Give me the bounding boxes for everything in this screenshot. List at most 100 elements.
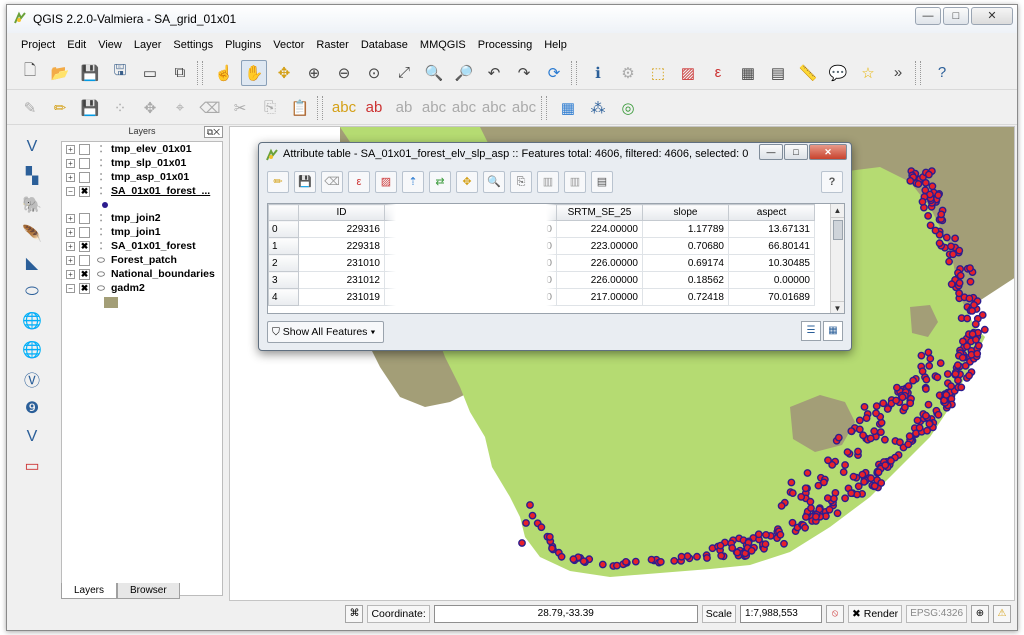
add-vector-layer-icon[interactable]: V	[18, 134, 46, 159]
cell-ycoord[interactable]: 00	[470, 254, 557, 272]
field-calculator-icon[interactable]: ▤	[591, 171, 613, 193]
expand-icon[interactable]: +	[66, 269, 75, 279]
layer-checkbox[interactable]	[79, 171, 90, 183]
scroll-up-icon[interactable]: ▲	[831, 204, 844, 218]
cell-aspect[interactable]: 13.67131	[728, 220, 815, 238]
menu-settings[interactable]: Settings	[167, 39, 219, 51]
cell-id[interactable]: 231010	[298, 254, 385, 272]
new-project-icon[interactable]: 🗋	[17, 60, 43, 86]
table-view-icon[interactable]: ▦	[823, 321, 843, 341]
cell-slope[interactable]: 0.72418	[642, 288, 729, 306]
new-bookmark-icon[interactable]: ☆	[855, 60, 881, 86]
cell-ycoord[interactable]: 00	[470, 288, 557, 306]
menu-project[interactable]: Project	[15, 39, 61, 51]
render-checkbox[interactable]: ✖ Render	[848, 605, 903, 623]
layer-checkbox[interactable]: ✖	[79, 240, 90, 252]
layer-row-tmp-join2[interactable]: + ⁚ tmp_join2	[62, 211, 222, 225]
new-column-icon[interactable]: ▥	[564, 171, 586, 193]
unselect-all-icon[interactable]: ▨	[375, 171, 397, 193]
cell-aspect[interactable]: 70.01689	[728, 288, 815, 306]
layer-checkbox[interactable]	[79, 143, 90, 155]
table-row[interactable]: 3 231012 00 226.00000 0.18562 0.00000	[268, 271, 815, 289]
scroll-thumb[interactable]	[833, 220, 843, 240]
menu-edit[interactable]: Edit	[61, 39, 92, 51]
label-change-icon[interactable]: abc	[511, 95, 537, 121]
zoom-in-icon[interactable]: ⊕	[301, 60, 327, 86]
layer-checkbox[interactable]	[79, 157, 90, 169]
cell-xcoord[interactable]	[384, 237, 471, 255]
add-delimited-text-layer-icon[interactable]: ❾	[18, 395, 46, 420]
open-attribute-table-icon[interactable]: ▦	[735, 60, 761, 86]
cell-ycoord[interactable]: 00	[470, 271, 557, 289]
layer-row-national-boundaries[interactable]: + ✖ ⬭ National_boundaries	[62, 267, 222, 281]
minimize-button[interactable]: —	[915, 7, 941, 25]
menu-mmqgis[interactable]: MMQGIS	[414, 39, 472, 51]
label-highlight-icon[interactable]: ab	[391, 95, 417, 121]
field-calculator-icon[interactable]: ▤	[765, 60, 791, 86]
cell-srtm[interactable]: 217.00000	[556, 288, 643, 306]
copy-features-icon[interactable]: ⎘	[257, 95, 283, 121]
move-feature-icon[interactable]: ✥	[137, 95, 163, 121]
row-header[interactable]: 4	[268, 288, 299, 306]
cell-xcoord[interactable]	[384, 271, 471, 289]
expand-icon[interactable]: +	[66, 172, 75, 182]
coordinate-field[interactable]: 28.79,-33.39	[433, 605, 698, 623]
cell-id[interactable]: 229316	[298, 220, 385, 238]
delete-selected-icon[interactable]: ⌫	[197, 95, 223, 121]
add-wcs-layer-icon[interactable]: 🌐	[18, 337, 46, 362]
identify-features-icon[interactable]: ℹ	[585, 60, 611, 86]
expand-icon[interactable]: +	[66, 227, 75, 237]
new-print-composer-icon[interactable]: ▭	[137, 60, 163, 86]
layer-row-tmp-asp[interactable]: + ⁚ tmp_asp_01x01	[62, 170, 222, 184]
add-raster-layer-icon[interactable]: ▚	[18, 163, 46, 188]
menu-processing[interactable]: Processing	[472, 39, 538, 51]
deselect-all-icon[interactable]: ▨	[675, 60, 701, 86]
menu-database[interactable]: Database	[355, 39, 414, 51]
current-edits-icon[interactable]: ✎	[17, 95, 43, 121]
collapse-icon[interactable]: −	[66, 186, 75, 196]
cell-ycoord[interactable]: 00	[470, 237, 557, 255]
zoom-out-icon[interactable]: ⊖	[331, 60, 357, 86]
layer-labeling-icon[interactable]: abc	[331, 95, 357, 121]
copy-selected-rows-icon[interactable]: ⎘	[510, 171, 532, 193]
form-view-icon[interactable]: ☰	[801, 321, 821, 341]
crs-globe-icon[interactable]: ⊕	[971, 605, 989, 623]
remove-layer-icon[interactable]: ▭	[18, 453, 46, 478]
layer-row-sa-forest[interactable]: + ✖ ⁚ SA_01x01_forest	[62, 239, 222, 253]
layer-checkbox[interactable]: ✖	[79, 268, 90, 280]
column-header-id[interactable]: ID	[298, 204, 385, 221]
menu-view[interactable]: View	[92, 39, 128, 51]
column-header-aspect[interactable]: aspect	[728, 204, 815, 221]
show-all-features-button[interactable]: ⛉ Show All Features ▾	[267, 321, 385, 343]
expand-icon[interactable]: +	[66, 241, 75, 251]
plugin-globe-icon[interactable]: ◎	[615, 95, 641, 121]
tab-browser[interactable]: Browser	[117, 583, 180, 599]
row-header[interactable]: 0	[268, 220, 299, 238]
add-oracle-layer-icon[interactable]: ⬭	[18, 279, 46, 304]
table-row[interactable]: 0 229316 00 224.00000 1.17789 13.67131	[268, 220, 815, 238]
add-wms-layer-icon[interactable]: 🌐	[18, 308, 46, 333]
toggle-editing-icon[interactable]: ✏	[47, 95, 73, 121]
table-row[interactable]: 2 231010 00 226.00000 0.69174 10.30485	[268, 254, 815, 272]
add-mssql-layer-icon[interactable]: ◣	[18, 250, 46, 275]
menu-layer[interactable]: Layer	[128, 39, 168, 51]
row-header[interactable]: 1	[268, 237, 299, 255]
map-tips-icon[interactable]: 💬	[825, 60, 851, 86]
expand-icon[interactable]: +	[66, 213, 75, 223]
cell-id[interactable]: 229318	[298, 237, 385, 255]
panel-float-close-icon[interactable]: ⧉✕	[203, 126, 223, 138]
expand-icon[interactable]: +	[66, 144, 75, 154]
cell-id[interactable]: 231019	[298, 288, 385, 306]
save-project-icon[interactable]: 💾	[77, 60, 103, 86]
label-show-hide-icon[interactable]: abc	[421, 95, 447, 121]
menu-plugins[interactable]: Plugins	[219, 39, 267, 51]
layer-row-gadm2[interactable]: − ✖ ⬭ gadm2	[62, 281, 222, 295]
pan-map-icon[interactable]: ✋	[241, 59, 267, 86]
dialog-maximize-button[interactable]: □	[784, 144, 808, 160]
column-header-xcoord[interactable]: XCOORD	[384, 204, 471, 221]
more-tools-icon[interactable]: »	[885, 60, 911, 86]
select-by-expression-icon[interactable]: ε	[348, 171, 370, 193]
label-rotate-icon[interactable]: abc	[481, 95, 507, 121]
scale-combo[interactable]: 1:7,988,553	[740, 605, 823, 623]
plugin-points-icon[interactable]: ⁂	[585, 95, 611, 121]
